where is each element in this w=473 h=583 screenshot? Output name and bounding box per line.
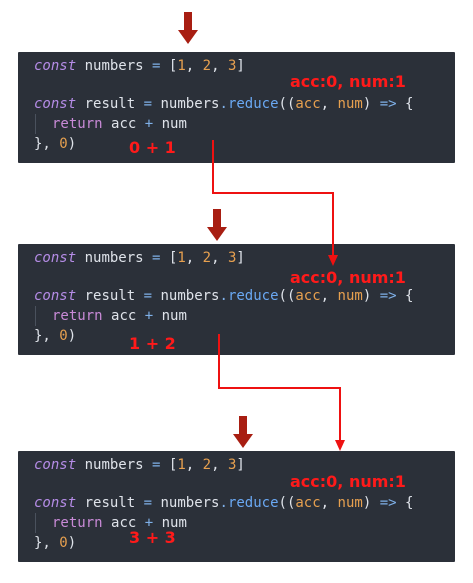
connector-1-2 (212, 140, 338, 266)
connector-2-3 (218, 334, 345, 451)
step-connectors (212, 140, 345, 451)
